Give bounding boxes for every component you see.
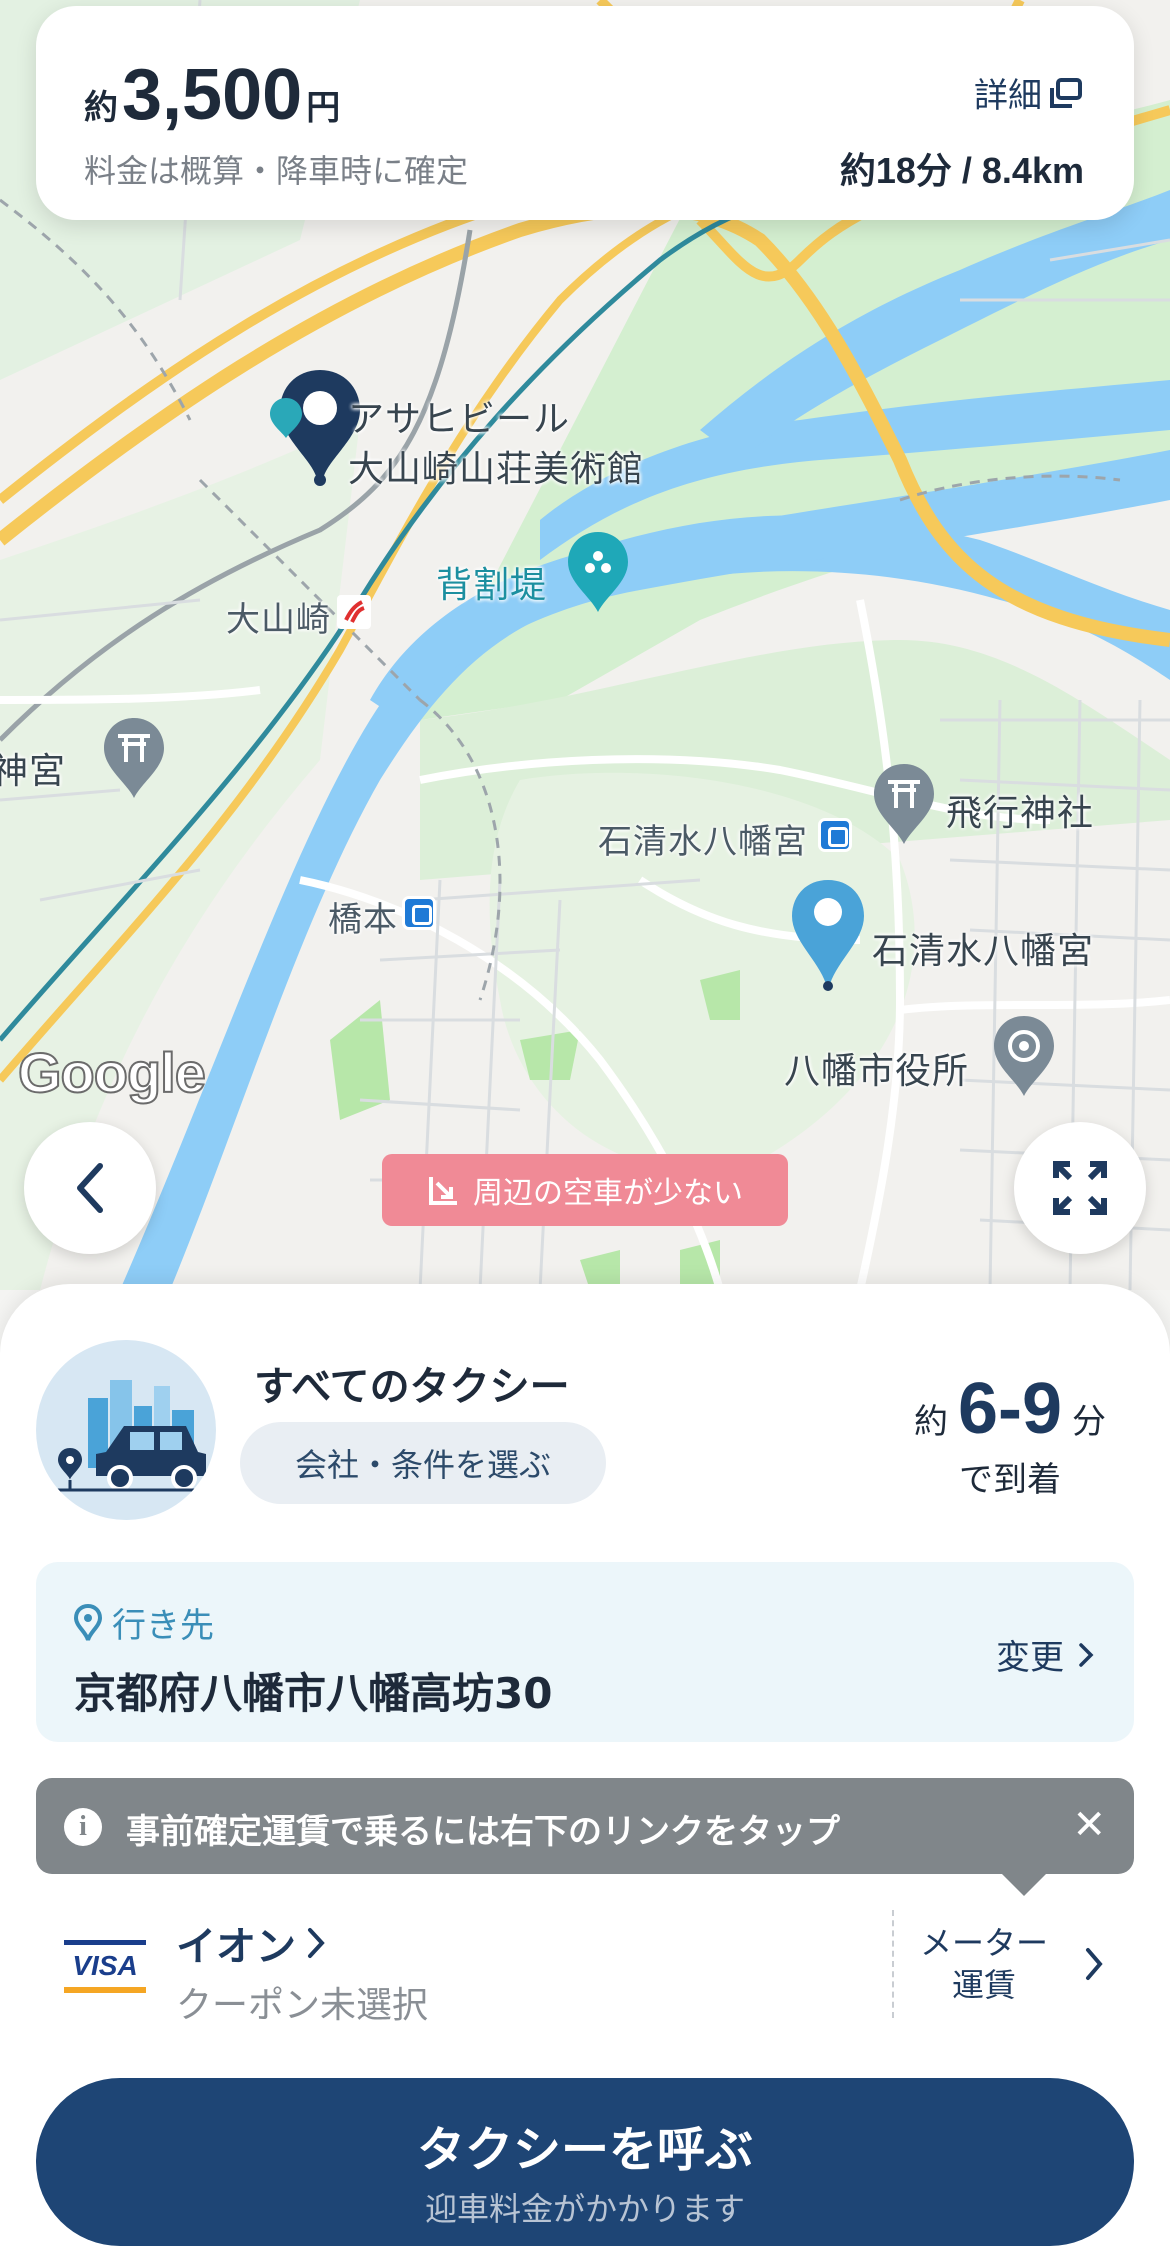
arrival-eta: 約 6-9 分 で到着 bbox=[914, 1368, 1106, 1501]
fare-amount: 約 3,500 円 bbox=[84, 54, 340, 136]
destination-card[interactable]: 行き先 京都府八幡市八幡高坊30 変更 bbox=[36, 1562, 1134, 1742]
change-destination-label: 変更 bbox=[996, 1638, 1064, 1678]
coupon-status[interactable]: クーポン未選択 bbox=[176, 1976, 428, 2028]
expand-map-button[interactable] bbox=[1014, 1122, 1146, 1254]
meter-fare-link[interactable]: メーター 運賃 bbox=[892, 1910, 1122, 2018]
hiko-shrine-marker-icon bbox=[874, 764, 934, 844]
destination-label: 行き先 bbox=[112, 1606, 214, 1646]
map-label-iwashimizu-shrine: 石清水八幡宮 bbox=[872, 931, 1095, 972]
info-icon: i bbox=[64, 1808, 102, 1846]
map-label-sewaritei: 背割堤 bbox=[436, 565, 548, 606]
map-label-iwashimizu-station: 石清水八幡宮 bbox=[598, 822, 808, 862]
map-label-jingu: 神宮 bbox=[0, 751, 67, 792]
eta-value: 6-9 bbox=[957, 1369, 1062, 1449]
trip-duration-distance: 約18分 / 8.4km bbox=[839, 150, 1084, 191]
chevron-left-icon bbox=[77, 1163, 103, 1213]
call-taxi-button[interactable]: タクシーを呼ぶ 迎車料金がかかります bbox=[36, 2078, 1134, 2246]
change-destination-button[interactable]: 変更 bbox=[996, 1630, 1094, 1679]
expand-icon bbox=[1053, 1161, 1107, 1215]
taxi-type-title: すべてのタクシー bbox=[254, 1364, 570, 1410]
map-label-oyamazaki: 大山崎 bbox=[226, 600, 331, 640]
fare-detail-label: 詳細 bbox=[974, 76, 1042, 116]
eta-prefix: 約 bbox=[913, 1402, 948, 1442]
fare-detail-link[interactable]: 詳細 bbox=[974, 68, 1082, 117]
map-label-hiko-jinja: 飛行神社 bbox=[946, 793, 1095, 834]
eta-unit: 分 bbox=[1072, 1402, 1106, 1442]
destination-address: 京都府八幡市八幡高坊30 bbox=[74, 1669, 553, 1718]
call-taxi-label: タクシーを呼ぶ bbox=[416, 2122, 753, 2178]
map-label-hashimoto: 橋本 bbox=[328, 900, 398, 940]
map-label-asahi-museum: 大山崎山荘美術館 bbox=[348, 449, 645, 490]
pickup-fee-note: 迎車料金がかかります bbox=[424, 2190, 745, 2228]
fare-note: 料金は概算・降車時に確定 bbox=[84, 152, 469, 190]
external-window-icon bbox=[1050, 77, 1082, 108]
chevron-right-icon bbox=[308, 1928, 325, 1958]
location-pin-icon bbox=[74, 1603, 102, 1641]
shrine-marker-icon bbox=[104, 718, 164, 798]
back-button[interactable] bbox=[24, 1122, 156, 1254]
booking-sheet: すべてのタクシー 会社・条件を選ぶ 約 6-9 分 で到着 行き先 京都府八幡市… bbox=[0, 1284, 1170, 2247]
fixed-fare-tooltip: i 事前確定運賃で乗るには右下のリンクをタップ ✕ bbox=[36, 1778, 1134, 1896]
tooltip-text: 事前確定運賃で乗るには右下のリンクをタップ bbox=[126, 1812, 840, 1852]
google-logo: Google bbox=[17, 1040, 207, 1105]
city-hall-marker-icon bbox=[994, 1016, 1054, 1096]
taxi-illustration bbox=[36, 1340, 216, 1520]
map-label-asahi-beer: アサヒビール bbox=[348, 399, 571, 440]
station-icon bbox=[818, 818, 852, 852]
payment-method-button[interactable]: イオン bbox=[176, 1914, 326, 1972]
card-brand: VISA bbox=[72, 1950, 138, 1981]
availability-alert-text: 周辺の空車が少ない bbox=[473, 1176, 743, 1211]
payment-row: VISA イオン クーポン未選択 メーター 運賃 bbox=[0, 1894, 1170, 2034]
jr-station-icon bbox=[337, 595, 371, 629]
meter-fare-label: メーター 運賃 bbox=[920, 1922, 1048, 2006]
chevron-right-icon bbox=[1086, 1948, 1103, 1980]
park-marker-icon bbox=[568, 532, 628, 612]
meter-fare-line2: 運賃 bbox=[952, 1966, 1017, 2004]
payment-card-name: イオン bbox=[176, 1924, 296, 1970]
visa-card-icon: VISA bbox=[64, 1940, 146, 1994]
availability-alert: 周辺の空車が少ない bbox=[382, 1154, 788, 1226]
eta-suffix: で到着 bbox=[958, 1460, 1061, 1500]
fare-value: 3,500 bbox=[122, 55, 303, 135]
tooltip-tail bbox=[1002, 1874, 1046, 1896]
select-company-button[interactable]: 会社・条件を選ぶ bbox=[240, 1422, 606, 1504]
trend-down-icon bbox=[429, 1177, 457, 1205]
fare-unit: 円 bbox=[306, 88, 341, 128]
meter-fare-line1: メーター bbox=[920, 1924, 1049, 1962]
map-label-yawata-city-hall: 八幡市役所 bbox=[784, 1051, 970, 1092]
taxi-city-icon bbox=[56, 1380, 206, 1492]
close-icon[interactable]: ✕ bbox=[1072, 1802, 1106, 1848]
museum-marker-icon bbox=[270, 398, 302, 438]
chevron-right-icon bbox=[1079, 1642, 1094, 1667]
destination-pin-icon[interactable] bbox=[788, 876, 868, 996]
station-icon bbox=[402, 896, 436, 930]
fare-prefix: 約 bbox=[84, 88, 118, 128]
destination-label-row: 行き先 bbox=[74, 1598, 214, 1647]
fare-estimate-card: 約 3,500 円 料金は概算・降車時に確定 詳細 約18分 / 8.4km bbox=[36, 6, 1134, 220]
